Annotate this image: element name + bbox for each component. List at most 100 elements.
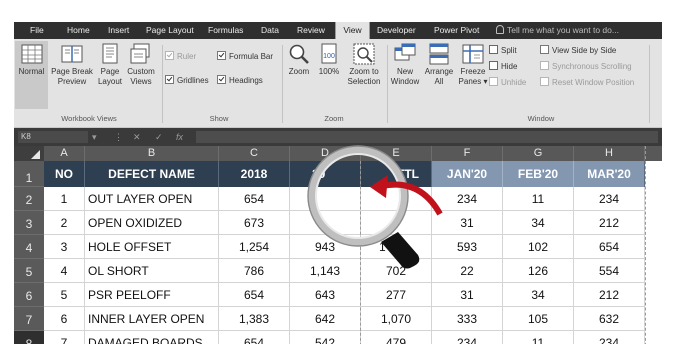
cell-no[interactable]: 3 (44, 235, 85, 259)
row-header-7[interactable]: 7 (14, 307, 44, 331)
cell-2019[interactable]: 943 (290, 235, 361, 259)
cell-no[interactable]: 5 (44, 283, 85, 307)
name-box[interactable]: K8 (18, 131, 88, 143)
hide-button[interactable]: Hide (489, 61, 517, 72)
cell-feb20[interactable]: 34 (503, 211, 574, 235)
cell-mar20[interactable]: 632 (574, 307, 645, 331)
arrange-all-button[interactable]: Arrange All (423, 41, 455, 109)
column-header-c[interactable]: C (219, 146, 290, 161)
tab-power-pivot[interactable]: Power Pivot (434, 22, 479, 39)
cell-feb20[interactable]: 105 (503, 307, 574, 331)
reset-window-position-button[interactable]: Reset Window Position (540, 77, 634, 88)
cell-2018[interactable]: 654 (219, 187, 290, 211)
row-header-4[interactable]: 4 (14, 235, 44, 259)
cell-mar20[interactable]: 212 (574, 211, 645, 235)
cell-no[interactable]: 2 (44, 211, 85, 235)
cell-feb20[interactable]: 102 (503, 235, 574, 259)
cell-2019[interactable]: 542 (290, 331, 361, 344)
cell-ttl[interactable]: 479 (361, 331, 432, 344)
name-box-dropdown-icon[interactable]: ▾ (92, 130, 97, 144)
cell-mar20[interactable]: 212 (574, 283, 645, 307)
column-header-a[interactable]: A (44, 146, 85, 161)
cell-2018[interactable]: 673 (219, 211, 290, 235)
tab-file[interactable]: File (30, 22, 44, 39)
cell-jan20[interactable]: 31 (432, 211, 503, 235)
zoom-100-button[interactable]: 100 100% (315, 41, 343, 109)
column-header-h[interactable]: H (574, 146, 645, 161)
cell-mar20[interactable]: 234 (574, 331, 645, 344)
cell-ttl[interactable]: 702 (361, 259, 432, 283)
tell-me-box[interactable]: Tell me what you want to do... (496, 22, 619, 39)
cell-feb20[interactable]: 34 (503, 283, 574, 307)
cell-no[interactable]: 6 (44, 307, 85, 331)
cell-defect-name[interactable]: OL SHORT (85, 259, 219, 283)
cell-2019[interactable]: 643 (290, 283, 361, 307)
cell-defect-name[interactable]: DAMAGED BOARDS (85, 331, 219, 344)
view-side-by-side-button[interactable]: View Side by Side (540, 45, 616, 56)
cell-2019[interactable]: 642 (290, 307, 361, 331)
cell-jan20[interactable]: 333 (432, 307, 503, 331)
select-all-button[interactable] (14, 146, 44, 161)
cell-2019[interactable]: 1,143 (290, 259, 361, 283)
tab-data[interactable]: Data (261, 22, 279, 39)
tab-formulas[interactable]: Formulas (208, 22, 243, 39)
row-header-1[interactable]: 1 (14, 161, 44, 187)
cell-jan20[interactable]: 22 (432, 259, 503, 283)
cell-jan20[interactable]: 234 (432, 187, 503, 211)
cell-2018[interactable]: 654 (219, 331, 290, 344)
tab-view[interactable]: View (335, 22, 370, 39)
row-header-8[interactable]: 8 (14, 331, 44, 344)
synchronous-scrolling-button[interactable]: Synchronous Scrolling (540, 61, 632, 72)
formula-bar-checkbox[interactable]: Formula Bar (217, 51, 273, 62)
tab-page-layout[interactable]: Page Layout (146, 22, 194, 39)
cell-2018[interactable]: 786 (219, 259, 290, 283)
cell-ttl[interactable] (361, 211, 432, 235)
column-header-g[interactable]: G (503, 146, 574, 161)
row-header-2[interactable]: 2 (14, 187, 44, 211)
cell-2019[interactable] (290, 211, 361, 235)
cell-no[interactable]: 1 (44, 187, 85, 211)
split-button[interactable]: Split (489, 45, 517, 56)
enter-icon[interactable]: ✓ (155, 130, 163, 144)
cell-jan20[interactable]: 31 (432, 283, 503, 307)
column-header-e[interactable]: E (361, 146, 432, 161)
cell-defect-name[interactable]: PSR PEELOFF (85, 283, 219, 307)
cell-ttl[interactable]: 1 (361, 235, 432, 259)
column-header-b[interactable]: B (85, 146, 219, 161)
cell-no[interactable]: 7 (44, 331, 85, 344)
cell-jan20[interactable]: 593 (432, 235, 503, 259)
cell-ttl[interactable] (361, 187, 432, 211)
cell-feb20[interactable]: 126 (503, 259, 574, 283)
new-window-button[interactable]: New Window (389, 41, 421, 109)
cell-feb20[interactable]: 11 (503, 187, 574, 211)
cell-jan20[interactable]: 234 (432, 331, 503, 344)
page-break-preview-button[interactable]: Page Break Preview (50, 41, 94, 109)
zoom-button[interactable]: Zoom (285, 41, 313, 109)
cell-mar20[interactable]: 554 (574, 259, 645, 283)
formula-input[interactable] (196, 131, 658, 143)
custom-views-button[interactable]: Custom Views (125, 41, 157, 109)
row-header-5[interactable]: 5 (14, 259, 44, 283)
tab-review[interactable]: Review (297, 22, 325, 39)
column-header-d[interactable]: D (290, 146, 361, 161)
insert-function-icon[interactable]: fx (176, 130, 183, 144)
tab-insert[interactable]: Insert (108, 22, 129, 39)
gridlines-checkbox[interactable]: Gridlines (165, 75, 209, 86)
cancel-icon[interactable]: ✕ (133, 130, 141, 144)
row-header-6[interactable]: 6 (14, 283, 44, 307)
cell-ttl[interactable]: 277 (361, 283, 432, 307)
cell-defect-name[interactable]: OUT LAYER OPEN (85, 187, 219, 211)
cell-defect-name[interactable]: OPEN OXIDIZED (85, 211, 219, 235)
headings-checkbox[interactable]: Headings (217, 75, 263, 86)
cell-mar20[interactable]: 654 (574, 235, 645, 259)
cell-2018[interactable]: 1,383 (219, 307, 290, 331)
ruler-checkbox[interactable]: Ruler (165, 51, 196, 62)
tab-home[interactable]: Home (67, 22, 90, 39)
cell-defect-name[interactable]: INNER LAYER OPEN (85, 307, 219, 331)
cell-feb20[interactable]: 11 (503, 331, 574, 344)
tab-developer[interactable]: Developer (377, 22, 416, 39)
cell-ttl[interactable]: 1,070 (361, 307, 432, 331)
cell-no[interactable]: 4 (44, 259, 85, 283)
page-layout-button[interactable]: Page Layout (96, 41, 124, 109)
normal-view-button[interactable]: Normal (15, 41, 48, 109)
